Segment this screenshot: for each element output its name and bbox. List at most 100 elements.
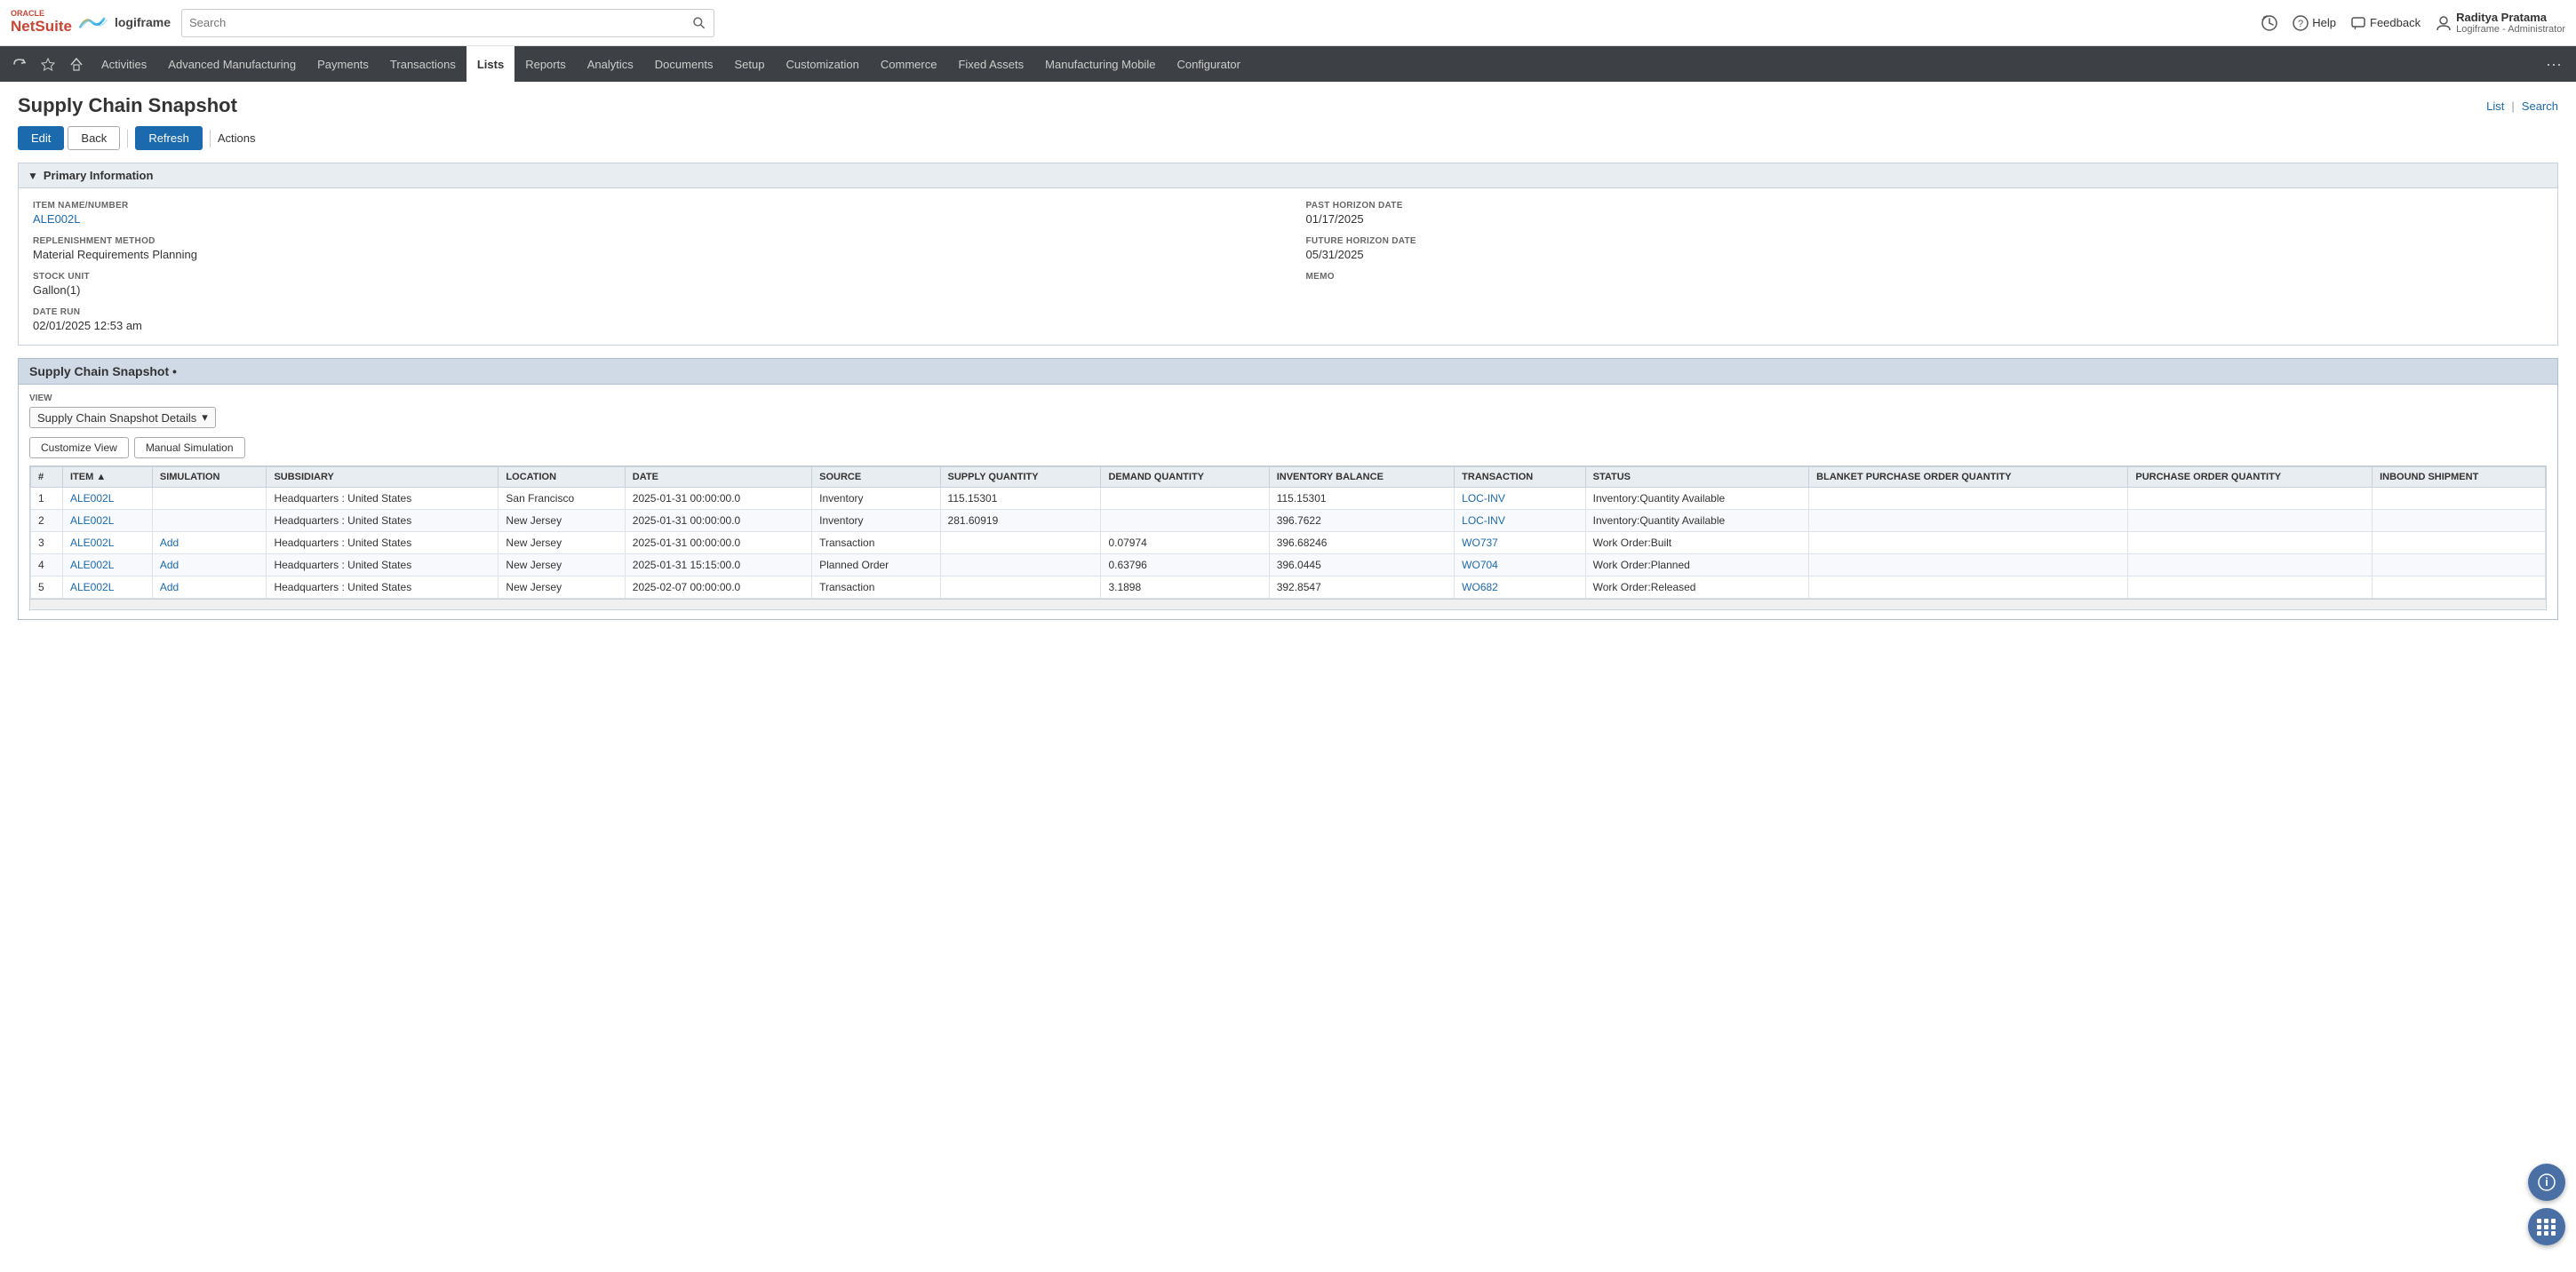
nav-item-transactions[interactable]: Transactions xyxy=(379,46,467,82)
col-blanket-po-qty: BLANKET PURCHASE ORDER QUANTITY xyxy=(1809,467,2128,488)
user-menu[interactable]: Raditya Pratama Logiframe - Administrato… xyxy=(2435,11,2565,35)
table-cell: Inventory:Quantity Available xyxy=(1585,488,1809,510)
table-cell xyxy=(2373,488,2546,510)
table-cell-link[interactable]: WO737 xyxy=(1462,537,1498,549)
nav-item-setup[interactable]: Setup xyxy=(724,46,776,82)
table-row: 5ALE002LAddHeadquarters : United StatesN… xyxy=(31,576,2546,599)
table-row: 4ALE002LAddHeadquarters : United StatesN… xyxy=(31,554,2546,576)
table-cell: 281.60919 xyxy=(940,510,1101,532)
item-name-label: ITEM NAME/NUMBER xyxy=(33,201,1271,211)
future-horizon-value: 05/31/2025 xyxy=(1306,248,2544,261)
nav-item-fixed-assets[interactable]: Fixed Assets xyxy=(947,46,1034,82)
table-cell-link[interactable]: LOC-INV xyxy=(1462,514,1505,527)
table-cell[interactable]: ALE002L xyxy=(62,488,152,510)
primary-info-section-header[interactable]: ▼ Primary Information xyxy=(18,163,2558,188)
future-horizon-field: FUTURE HORIZON DATE 05/31/2025 xyxy=(1306,236,2544,261)
table-cell: 396.7622 xyxy=(1269,510,1454,532)
nav-item-analytics[interactable]: Analytics xyxy=(577,46,644,82)
table-cell[interactable]: WO737 xyxy=(1455,532,1585,554)
table-cell-link[interactable]: ALE002L xyxy=(70,537,114,549)
stock-unit-field: STOCK UNIT Gallon(1) xyxy=(33,272,1271,297)
col-item[interactable]: ITEM ▲ xyxy=(62,467,152,488)
table-body: 1ALE002LHeadquarters : United StatesSan … xyxy=(31,488,2546,599)
table-cell-link[interactable]: WO682 xyxy=(1462,581,1498,593)
nav-item-customization[interactable]: Customization xyxy=(776,46,870,82)
past-horizon-value: 01/17/2025 xyxy=(1306,212,2544,226)
table-cell: Work Order:Built xyxy=(1585,532,1809,554)
nav-item-activities[interactable]: Activities xyxy=(91,46,157,82)
table-cell[interactable]: WO704 xyxy=(1455,554,1585,576)
nav-item-lists[interactable]: Lists xyxy=(467,46,514,82)
table-cell[interactable]: Add xyxy=(152,554,267,576)
nav-item-commerce[interactable]: Commerce xyxy=(870,46,948,82)
search-bar[interactable] xyxy=(181,9,714,37)
table-cell-link[interactable]: Add xyxy=(160,559,179,571)
date-run-label: DATE RUN xyxy=(33,307,1271,317)
edit-button[interactable]: Edit xyxy=(18,126,64,150)
table-cell[interactable]: LOC-INV xyxy=(1455,510,1585,532)
feedback-button[interactable]: Feedback xyxy=(2350,15,2420,31)
nav-star-icon[interactable] xyxy=(34,46,62,82)
table-cell xyxy=(2373,576,2546,599)
table-cell[interactable]: ALE002L xyxy=(62,510,152,532)
help-button[interactable]: ? Help xyxy=(2293,15,2336,31)
nav-item-configurator[interactable]: Configurator xyxy=(1166,46,1251,82)
table-cell[interactable]: Add xyxy=(152,532,267,554)
nav-item-documents[interactable]: Documents xyxy=(644,46,724,82)
table-cell[interactable]: LOC-INV xyxy=(1455,488,1585,510)
refresh-button[interactable]: Refresh xyxy=(135,126,203,150)
table-cell[interactable]: Add xyxy=(152,576,267,599)
nav-home-icon[interactable] xyxy=(62,46,91,82)
help-label: Help xyxy=(2312,16,2336,29)
nav-item-reports[interactable]: Reports xyxy=(514,46,577,82)
table-cell: New Jersey xyxy=(498,532,625,554)
table-row: 1ALE002LHeadquarters : United StatesSan … xyxy=(31,488,2546,510)
history-button[interactable] xyxy=(2261,14,2278,32)
nav-item-advanced-manufacturing[interactable]: Advanced Manufacturing xyxy=(157,46,307,82)
refresh-icon xyxy=(12,57,27,71)
table-cell xyxy=(940,532,1101,554)
table-cell-link[interactable]: WO704 xyxy=(1462,559,1498,571)
list-link[interactable]: List xyxy=(2486,99,2504,113)
search-input[interactable] xyxy=(189,16,692,29)
col-po-qty: PURCHASE ORDER QUANTITY xyxy=(2128,467,2373,488)
manual-simulation-button[interactable]: Manual Simulation xyxy=(134,437,245,458)
nav-item-payments[interactable]: Payments xyxy=(307,46,379,82)
nav-refresh-icon[interactable] xyxy=(5,46,34,82)
nav-more-button[interactable]: ··· xyxy=(2537,46,2571,82)
table-cell-link[interactable]: Add xyxy=(160,581,179,593)
table-cell-link[interactable]: LOC-INV xyxy=(1462,492,1505,505)
item-name-link[interactable]: ALE002L xyxy=(33,212,81,226)
back-button[interactable]: Back xyxy=(68,126,120,150)
table-cell[interactable]: ALE002L xyxy=(62,532,152,554)
replenishment-field: REPLENISHMENT METHOD Material Requiremen… xyxy=(33,236,1271,261)
table-cell-link[interactable]: ALE002L xyxy=(70,581,114,593)
nav-item-manufacturing-mobile[interactable]: Manufacturing Mobile xyxy=(1034,46,1166,82)
svg-text:i: i xyxy=(2545,1175,2548,1189)
help-icon: ? xyxy=(2293,15,2309,31)
page-header: Supply Chain Snapshot List | Search xyxy=(18,94,2558,117)
horizontal-scrollbar[interactable] xyxy=(30,599,2546,609)
history-icon xyxy=(2261,14,2278,32)
table-scroll-wrap[interactable]: # ITEM ▲ SIMULATION SUBSIDIARY LOCATION … xyxy=(29,465,2547,610)
view-label: VIEW xyxy=(29,394,2547,403)
customize-view-button[interactable]: Customize View xyxy=(29,437,129,458)
table-cell[interactable]: ALE002L xyxy=(62,576,152,599)
view-select[interactable]: Supply Chain Snapshot Details ▾ xyxy=(29,407,216,428)
search-link[interactable]: Search xyxy=(2522,99,2558,113)
table-cell-link[interactable]: ALE002L xyxy=(70,492,114,505)
table-cell-link[interactable]: ALE002L xyxy=(70,559,114,571)
col-supply-qty: SUPPLY QUANTITY xyxy=(940,467,1101,488)
table-cell-link[interactable]: Add xyxy=(160,537,179,549)
table-cell: 2025-01-31 00:00:00.0 xyxy=(625,532,811,554)
table-cell: Headquarters : United States xyxy=(267,532,498,554)
info-fab-button[interactable]: i xyxy=(2528,1164,2565,1201)
table-cell[interactable]: WO682 xyxy=(1455,576,1585,599)
table-cell-link[interactable]: ALE002L xyxy=(70,514,114,527)
col-inbound-shipment: INBOUND SHIPMENT xyxy=(2373,467,2546,488)
grid-fab-button[interactable] xyxy=(2528,1208,2565,1245)
table-cell[interactable]: ALE002L xyxy=(62,554,152,576)
memo-label: MEMO xyxy=(1306,272,2544,282)
grid-icon xyxy=(2537,1219,2556,1236)
section-arrow-icon: ▼ xyxy=(28,170,38,182)
